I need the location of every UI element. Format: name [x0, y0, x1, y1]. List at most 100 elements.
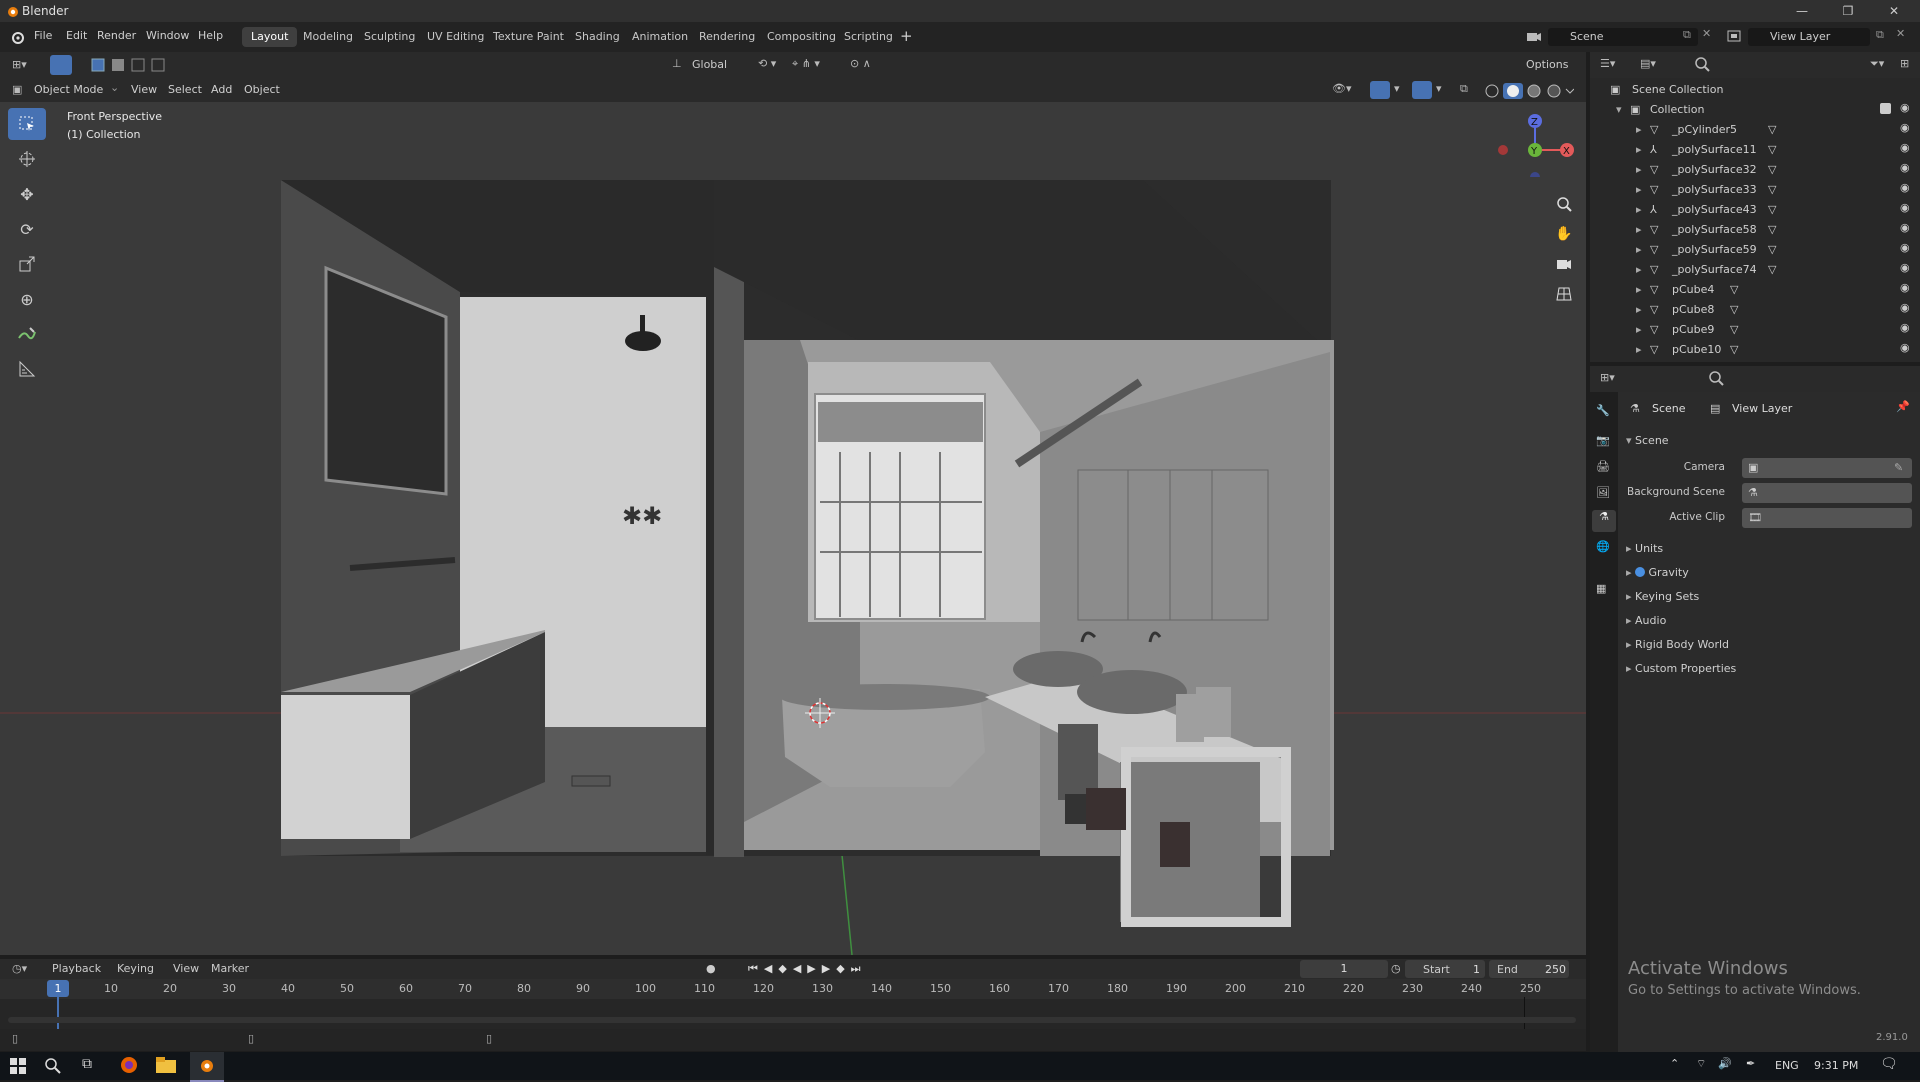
eye-icon[interactable]: ◉ [1900, 261, 1910, 274]
playhead[interactable]: 1 [47, 980, 69, 997]
expand-right-icon[interactable]: ▸ [1636, 243, 1642, 256]
cursor-tool-icon[interactable] [8, 143, 46, 175]
view-layer-icon[interactable] [1726, 29, 1742, 43]
close-icon[interactable]: ✕ [1872, 0, 1916, 22]
current-frame-field[interactable]: 1 [1300, 960, 1388, 978]
menu-render[interactable]: Render [97, 29, 136, 42]
perspective-grid-icon[interactable] [1552, 282, 1576, 306]
chevron-down-icon[interactable]: ⌄ [110, 81, 119, 94]
mesh-data-icon[interactable]: ▽ [1768, 183, 1776, 196]
expand-right-icon[interactable]: ▸ [1636, 123, 1642, 136]
blender-menu-icon[interactable] [10, 30, 24, 44]
tab-texture-paint[interactable]: Texture Paint [484, 27, 573, 47]
texture-tab-icon[interactable]: ▦ [1596, 582, 1606, 595]
mesh-data-icon[interactable]: ▽ [1768, 243, 1776, 256]
eyedropper-icon[interactable]: ✎ [1894, 461, 1903, 474]
restore-icon[interactable]: ❐ [1826, 0, 1870, 22]
select-box-tool-icon[interactable] [8, 108, 46, 140]
tab-rendering[interactable]: Rendering [690, 27, 764, 47]
tab-scripting[interactable]: Scripting [835, 27, 902, 47]
expand-right-icon[interactable]: ▸ [1636, 183, 1642, 196]
shading-mode-icons[interactable] [1484, 83, 1574, 99]
measure-tool-icon[interactable] [8, 353, 46, 385]
keying-sets-section[interactable]: ▸ Keying Sets [1626, 590, 1699, 603]
mesh-data-icon[interactable]: ▽ [1768, 123, 1776, 136]
scene-icon[interactable] [1526, 29, 1542, 43]
outliner-row[interactable]: ▸ ▽ pCube4 ▽ ◉ [1590, 280, 1920, 300]
gravity-checkbox[interactable] [1635, 567, 1646, 577]
move-tool-icon[interactable]: ✥ [8, 178, 46, 210]
network-icon[interactable]: ⌔ [1696, 1057, 1706, 1071]
outliner-row-scene-collection[interactable]: ▣ Scene Collection [1590, 80, 1920, 100]
eye-icon[interactable]: ◉ [1900, 241, 1910, 254]
blender-taskbar-button[interactable] [190, 1052, 224, 1082]
snap-icon[interactable]: ⌖ ⋔ ▾ [792, 57, 820, 71]
units-section[interactable]: ▸ Units [1626, 542, 1663, 555]
task-view-icon[interactable]: ⧉ [82, 1056, 92, 1072]
editor-type-icon[interactable]: ⊞▾ [12, 58, 27, 71]
notifications-icon[interactable]: 🗨 [1880, 1056, 1898, 1072]
filter-icon[interactable]: ⏷▾ [1870, 57, 1884, 71]
outliner-row[interactable]: ▸ ▽ _polySurface33 ▽ ◉ [1590, 180, 1920, 200]
timeline-scrollbar[interactable] [8, 1017, 1576, 1023]
menu-edit[interactable]: Edit [66, 29, 87, 42]
timeline-area[interactable]: 10 20 30 40 50 60 70 80 90 100 110 120 130 140 150 160 1… [0, 979, 1586, 1029]
select-mode-icons[interactable] [90, 57, 180, 73]
expand-down-icon[interactable]: ▾ [1616, 103, 1622, 116]
mesh-data-icon[interactable]: ▽ [1768, 263, 1776, 276]
timeline-menu-playback[interactable]: Playback [52, 962, 101, 975]
start-frame-field[interactable]: Start 1 [1405, 960, 1485, 978]
volume-icon[interactable]: 🔊 [1718, 1057, 1732, 1070]
mesh-data-icon[interactable]: ▽ [1768, 143, 1776, 156]
tab-animation[interactable]: Animation [623, 27, 697, 47]
menu-window[interactable]: Window [146, 29, 189, 42]
outliner-row[interactable]: ▸ ▽ _polySurface74 ▽ ◉ [1590, 260, 1920, 280]
add-workspace-button[interactable]: + [900, 27, 913, 45]
scene-tab-icon[interactable]: ⚗ [1592, 510, 1616, 532]
outliner-row[interactable]: ▸ ▽ pCube10 ▽ ◉ [1590, 340, 1920, 360]
outliner-row[interactable]: ▸ ⅄ _polySurface43 ▽ ◉ [1590, 200, 1920, 220]
eye-icon[interactable]: ◉ [1900, 341, 1910, 354]
eye-icon[interactable]: ◉ [1900, 201, 1910, 214]
custom-properties-section[interactable]: ▸ Custom Properties [1626, 662, 1736, 675]
eye-icon[interactable]: ◉ [1900, 121, 1910, 134]
tool-tab-icon[interactable]: 🔧 [1596, 404, 1610, 417]
mesh-data-icon[interactable]: ▽ [1730, 323, 1738, 336]
camera-view-icon[interactable] [1552, 252, 1576, 276]
expand-right-icon[interactable]: ▸ [1636, 163, 1642, 176]
tab-sculpting[interactable]: Sculpting [355, 27, 424, 47]
world-tab-icon[interactable]: 🌐 [1596, 540, 1610, 553]
expand-right-icon[interactable]: ▸ [1636, 283, 1642, 296]
mesh-data-icon[interactable]: ▽ [1768, 203, 1776, 216]
end-frame-field[interactable]: End 250 [1489, 960, 1569, 978]
expand-right-icon[interactable]: ▸ [1636, 203, 1642, 216]
eye-icon[interactable]: ◉ [1900, 281, 1910, 294]
scale-tool-icon[interactable] [8, 248, 46, 280]
timeline-menu-view[interactable]: View [173, 962, 199, 975]
outliner-row[interactable]: ▸ ▽ pCube9 ▽ ◉ [1590, 320, 1920, 340]
collection-checkbox[interactable] [1880, 103, 1891, 114]
eye-icon[interactable]: ◉ [1900, 101, 1910, 114]
select-tool-icon[interactable] [50, 55, 72, 75]
mesh-data-icon[interactable]: ▽ [1768, 163, 1776, 176]
orientation-icon[interactable]: ⊥ [672, 57, 682, 70]
menu-help[interactable]: Help [198, 29, 223, 42]
timeline-ruler[interactable]: 10 20 30 40 50 60 70 80 90 100 110 120 130 140 150 160 1… [0, 979, 1586, 999]
expand-right-icon[interactable]: ▸ [1636, 263, 1642, 276]
pivot-icon[interactable]: ⟲ ▾ [758, 57, 776, 70]
playback-controls[interactable]: ⏮◀◆◀▶▶◆⏭ [748, 962, 867, 976]
menu-view[interactable]: View [131, 83, 157, 96]
view-layer-tab-icon[interactable]: 🖼 [1596, 486, 1610, 499]
transform-tool-icon[interactable]: ⊕ [8, 283, 46, 315]
eye-icon[interactable]: ◉ [1900, 141, 1910, 154]
new-collection-icon[interactable]: ⊞ [1900, 57, 1909, 70]
gravity-section[interactable]: ▸ Gravity [1626, 566, 1689, 579]
eye-icon[interactable]: ◉ [1900, 161, 1910, 174]
audio-section[interactable]: ▸ Audio [1626, 614, 1666, 627]
3d-viewport[interactable]: ✱✱ Front Perspective (1) Collection Z X … [0, 102, 1586, 955]
mesh-data-icon[interactable]: ▽ [1768, 223, 1776, 236]
view-layer-field[interactable]: View Layer [1748, 28, 1870, 46]
view-layer-copy-icon[interactable]: ⧉ [1876, 28, 1884, 42]
navigation-gizmo[interactable]: Z X Y [1490, 107, 1580, 177]
search-icon[interactable] [1708, 370, 1724, 386]
